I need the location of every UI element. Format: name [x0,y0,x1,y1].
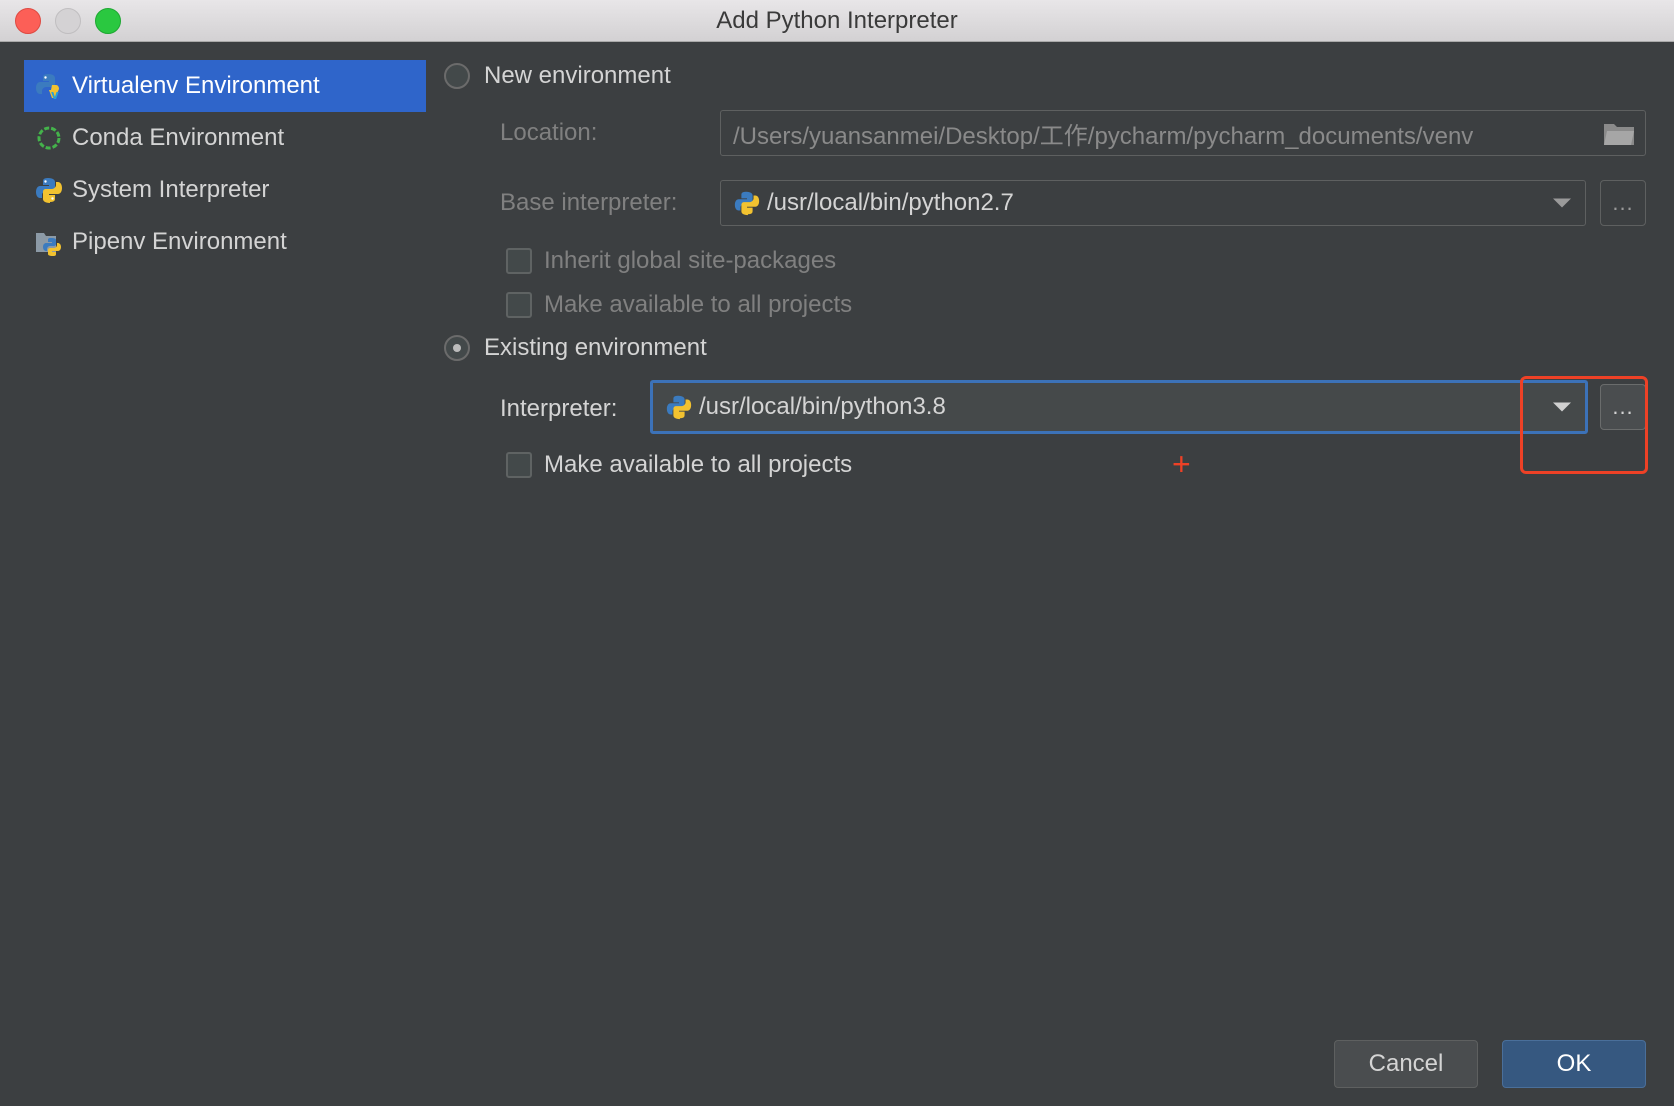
sidebar-item-label: Pipenv Environment [72,228,287,255]
base-interpreter-label: Base interpreter: [500,189,678,216]
new-env-make-available-label: Make available to all projects [544,291,853,318]
location-value: /Users/yuansanmei/Desktop/工作/pycharm/pyc… [733,122,1474,150]
new-environment-label: New environment [484,62,671,89]
sidebar-item-label: System Interpreter [72,176,270,203]
inherit-site-packages-checkbox-row[interactable]: Inherit global site-packages [506,247,836,275]
inherit-site-packages-checkbox[interactable] [506,248,532,274]
interpreter-label: Interpreter: [500,395,618,422]
inherit-site-packages-label: Inherit global site-packages [544,247,837,274]
sidebar-item-conda[interactable]: Conda Environment [24,112,426,164]
sidebar-item-system-interpreter[interactable]: System Interpreter [24,164,426,216]
cancel-button[interactable]: Cancel [1334,1040,1478,1088]
location-field[interactable]: /Users/yuansanmei/Desktop/工作/pycharm/pyc… [720,110,1646,156]
conda-icon [34,123,64,153]
interpreter-dropdown[interactable]: /usr/local/bin/python3.8 [650,380,1588,434]
existing-environment-radio[interactable]: Existing environment [444,334,707,362]
existing-env-make-available-checkbox[interactable] [506,452,532,478]
chevron-down-icon[interactable] [1553,402,1571,412]
base-interpreter-browse-button[interactable]: ... [1600,180,1646,226]
window-title: Add Python Interpreter [716,7,958,34]
title-bar: Add Python Interpreter [0,0,1674,42]
svg-text:v: v [51,88,59,101]
interpreter-value: /usr/local/bin/python3.8 [699,393,946,420]
python-icon [734,191,760,216]
radio-button[interactable] [444,63,470,89]
virtualenv-icon: v [34,71,64,101]
existing-env-make-available-label: Make available to all projects [544,451,853,478]
location-label: Location: [500,119,598,146]
annotation-cross-marker: + [1172,446,1191,482]
base-interpreter-dropdown[interactable]: /usr/local/bin/python2.7 [720,180,1586,226]
new-environment-radio[interactable]: New environment [444,62,671,90]
new-env-make-available-checkbox-row[interactable]: Make available to all projects [506,291,852,319]
sidebar-item-label: Virtualenv Environment [72,72,320,99]
chevron-down-icon[interactable] [1553,198,1571,208]
sidebar-item-pipenv[interactable]: Pipenv Environment [24,216,426,268]
sidebar-item-label: Conda Environment [72,124,285,151]
sidebar-item-virtualenv[interactable]: v Virtualenv Environment [24,60,426,112]
folder-icon[interactable] [1603,120,1635,153]
python-icon [666,395,692,420]
ok-button[interactable]: OK [1502,1040,1646,1088]
interpreter-browse-button[interactable]: ... [1600,384,1646,430]
python-icon [34,175,64,205]
pipenv-icon [34,227,64,257]
existing-env-make-available-checkbox-row[interactable]: Make available to all projects [506,451,852,479]
radio-button[interactable] [444,335,470,361]
new-env-make-available-checkbox[interactable] [506,292,532,318]
base-interpreter-value: /usr/local/bin/python2.7 [767,189,1014,216]
existing-environment-label: Existing environment [484,334,707,361]
interpreter-type-list: v Virtualenv Environment Conda Environme… [24,60,426,268]
